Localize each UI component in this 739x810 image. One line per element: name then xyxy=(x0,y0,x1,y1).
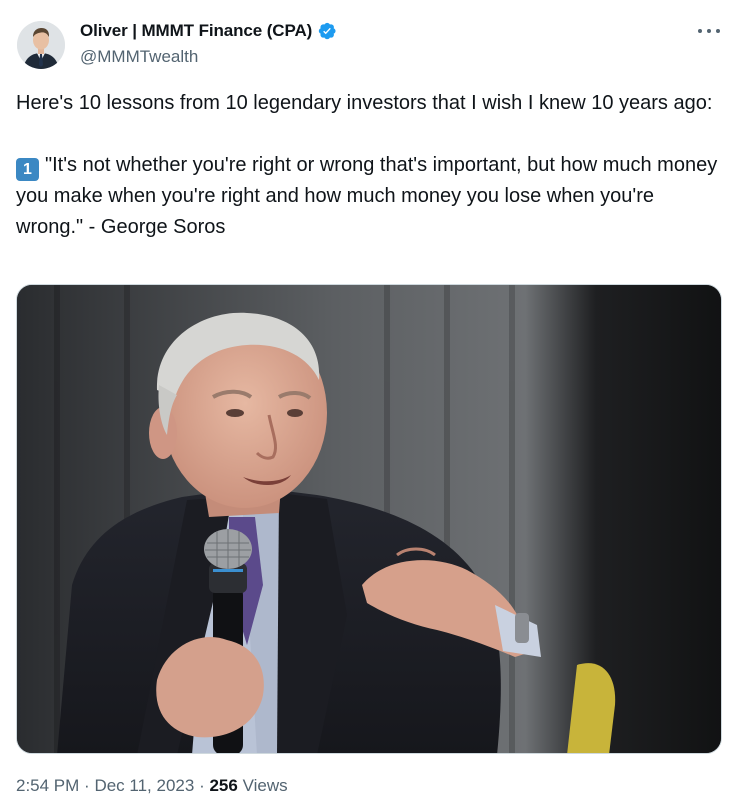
author-display-name[interactable]: Oliver | MMMT Finance (CPA) xyxy=(80,21,312,41)
tweet-meta: 2:54 PM · Dec 11, 2023 · 256 Views xyxy=(16,776,288,796)
more-dot xyxy=(716,29,720,33)
tweet-quote-paragraph: 1 "It's not whether you're right or wrong… xyxy=(16,150,726,243)
author-name-row: Oliver | MMMT Finance (CPA) xyxy=(80,21,337,41)
verified-badge-icon xyxy=(317,21,337,41)
views-label[interactable]: Views xyxy=(243,776,288,795)
tweet-date[interactable]: Dec 11, 2023 xyxy=(94,776,194,795)
tweet-intro: Here's 10 lessons from 10 legendary inve… xyxy=(16,92,713,114)
tweet-time[interactable]: 2:54 PM xyxy=(16,776,79,795)
tweet-photo[interactable] xyxy=(16,284,722,754)
more-dot xyxy=(698,29,702,33)
more-dot xyxy=(707,29,711,33)
more-horizontal-icon[interactable] xyxy=(698,20,720,42)
meta-separator: · xyxy=(199,776,205,795)
author-handle[interactable]: @MMMTwealth xyxy=(80,47,198,67)
meta-separator: · xyxy=(84,776,90,795)
author-avatar[interactable] xyxy=(17,21,65,69)
tweet-quote: "It's not whether you're right or wrong … xyxy=(16,154,718,238)
tweet-text: Here's 10 lessons from 10 legendary inve… xyxy=(16,88,726,243)
tweet-card: Oliver | MMMT Finance (CPA) @MMMTwealth … xyxy=(0,0,739,810)
keycap-one-icon: 1 xyxy=(16,158,39,181)
views-count: 256 xyxy=(209,776,238,795)
